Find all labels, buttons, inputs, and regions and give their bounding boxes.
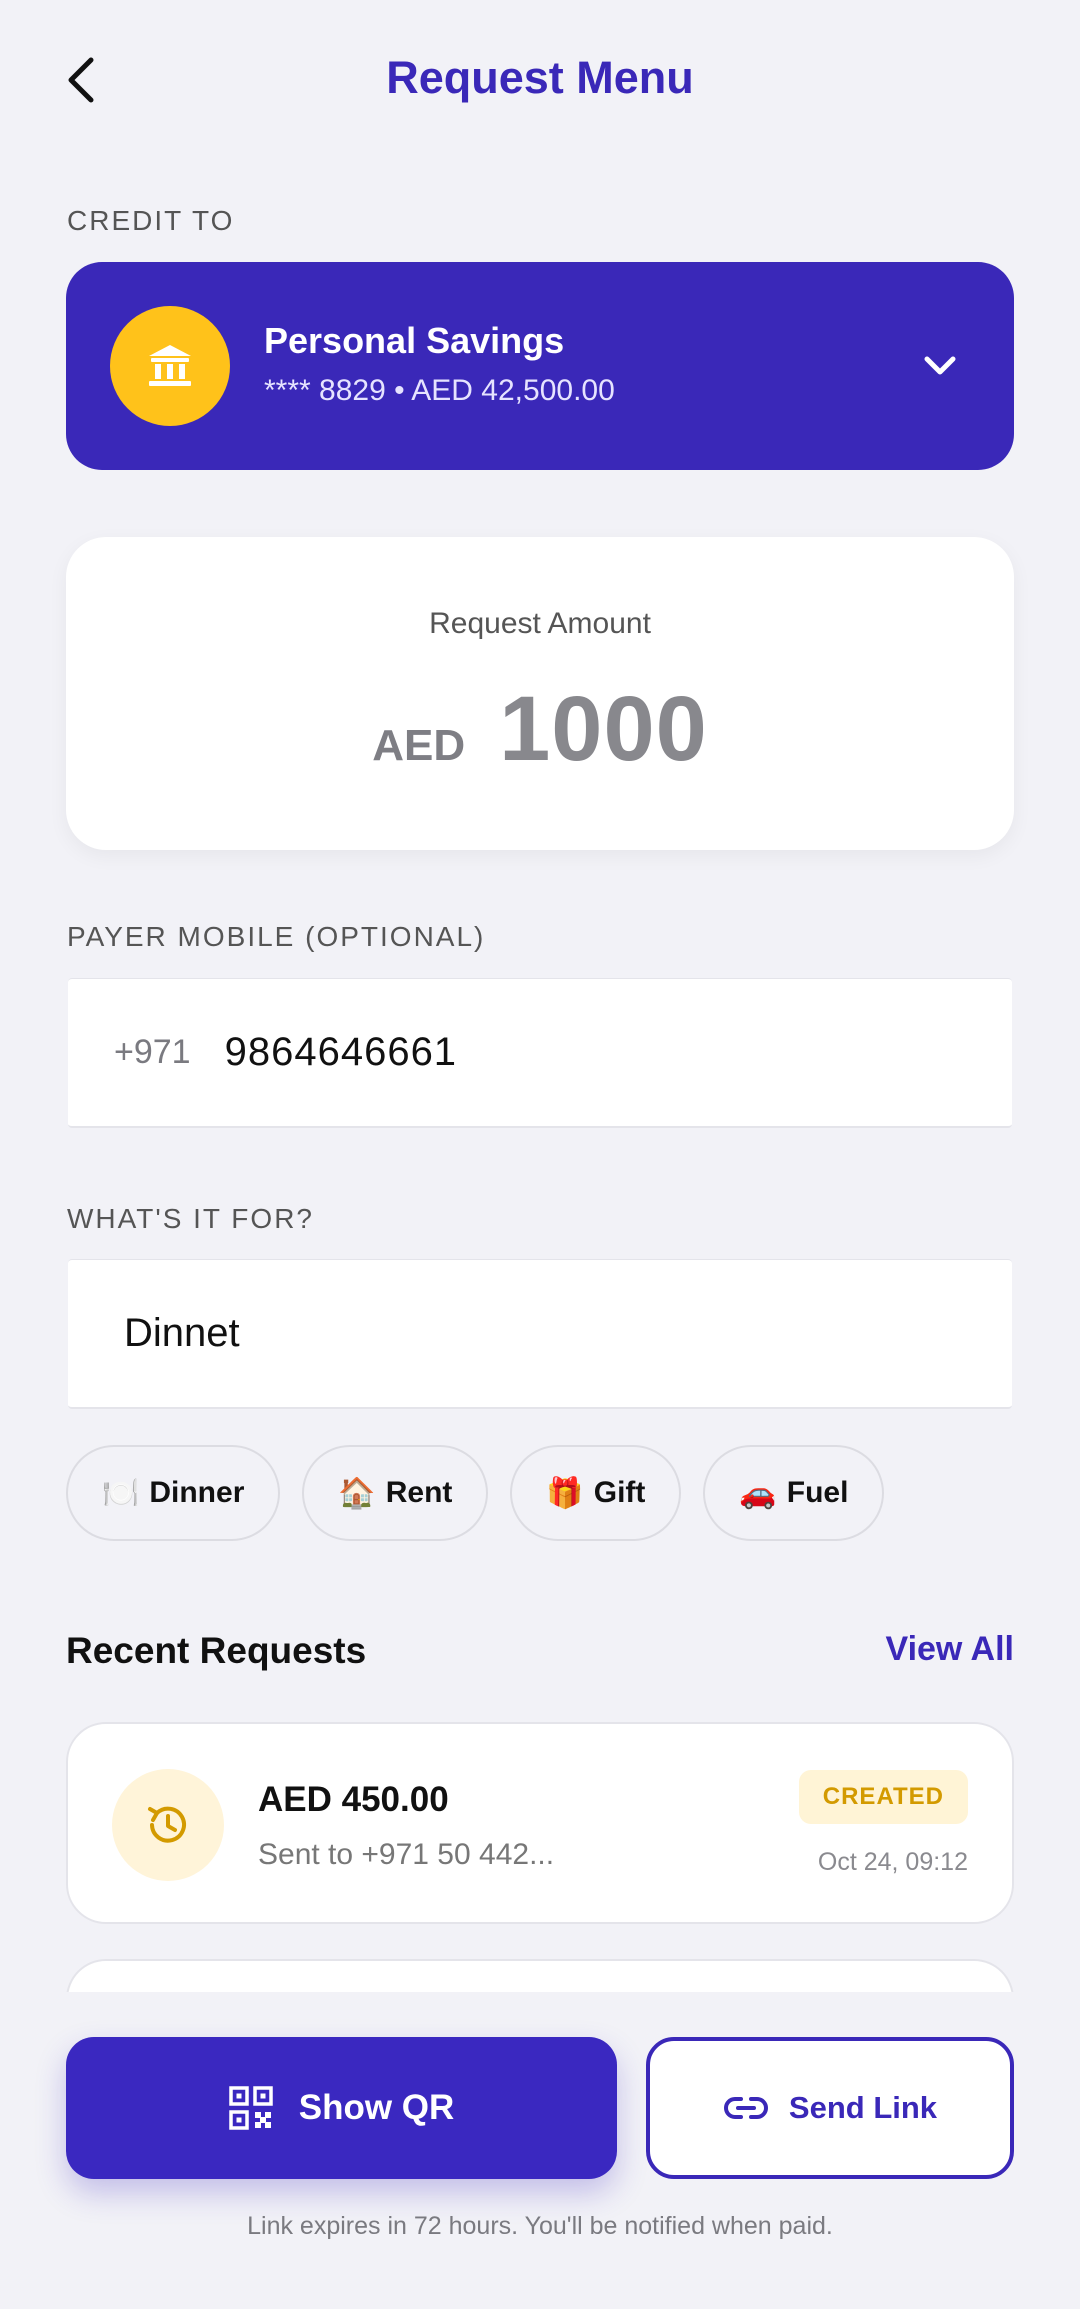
amount-label: Request Amount	[429, 607, 651, 640]
view-all-link[interactable]: View All	[886, 1630, 1015, 1669]
chip-gift[interactable]: 🎁 Gift	[510, 1445, 682, 1541]
header: Request Menu	[0, 0, 1080, 160]
amount-input[interactable]: AED 1000	[66, 677, 1014, 782]
account-dropdown[interactable]	[918, 344, 962, 388]
gift-icon: 🎁	[546, 1475, 584, 1511]
chip-label: Dinner	[149, 1476, 245, 1509]
chip-fuel[interactable]: 🚗 Fuel	[703, 1445, 885, 1541]
recent-requests-title: Recent Requests	[66, 1630, 367, 1671]
send-link-label: Send Link	[788, 2090, 938, 2125]
purpose-field[interactable]: Dinnet	[68, 1259, 1012, 1409]
amount-value: 1000	[499, 678, 708, 780]
chip-label: Fuel	[786, 1476, 849, 1509]
bank-badge	[110, 306, 230, 426]
car-icon: 🚗	[739, 1475, 777, 1511]
request-timestamp: Oct 24, 09:12	[817, 1848, 968, 1876]
request-amount: AED 450.00	[258, 1780, 449, 1819]
account-selector[interactable]: Personal Savings **** 8829 • AED 42,500.…	[66, 262, 1014, 470]
chip-rent[interactable]: 🏠 Rent	[302, 1445, 489, 1541]
payer-mobile-label: PAYER MOBILE (OPTIONAL)	[67, 921, 486, 952]
country-code: +971	[114, 1033, 191, 1071]
house-icon: 🏠	[338, 1475, 376, 1511]
status-badge: CREATED	[798, 1770, 968, 1824]
amount-card: Request Amount AED 1000	[66, 537, 1014, 850]
account-detail: **** 8829 • AED 42,500.00	[264, 374, 615, 407]
chip-dinner[interactable]: 🍽️ Dinner	[66, 1445, 281, 1541]
show-qr-button[interactable]: Show QR	[66, 2037, 617, 2179]
plate-icon: 🍽️	[102, 1475, 140, 1511]
bank-icon	[149, 345, 191, 386]
history-clock-icon	[148, 1806, 186, 1843]
list-item[interactable]: AED 450.00 Sent to +971 50 442... CREATE…	[66, 1722, 1014, 1924]
purpose-label: WHAT'S IT FOR?	[67, 1203, 314, 1234]
show-qr-label: Show QR	[298, 2088, 455, 2127]
request-status-badge	[112, 1769, 224, 1881]
account-name: Personal Savings	[264, 320, 565, 361]
chip-label: Gift	[593, 1476, 646, 1509]
payer-mobile-value: 9864646661	[224, 1030, 458, 1074]
payer-mobile-field[interactable]: +971 9864646661	[68, 978, 1012, 1128]
chip-label: Rent	[385, 1476, 453, 1509]
link-icon	[723, 2097, 768, 2119]
chevron-down-icon	[924, 356, 956, 375]
purpose-chips: 🍽️ Dinner 🏠 Rent 🎁 Gift 🚗 Fuel	[66, 1445, 885, 1541]
page-title: Request Menu	[386, 52, 694, 103]
send-link-button[interactable]: Send Link	[646, 2037, 1014, 2179]
link-expiry-note: Link expires in 72 hours. You'll be noti…	[247, 2212, 833, 2240]
request-recipient: Sent to +971 50 442...	[258, 1838, 555, 1871]
credit-to-label: CREDIT TO	[67, 205, 235, 236]
purpose-value: Dinnet	[124, 1311, 240, 1355]
amount-currency: AED	[372, 721, 466, 770]
qr-code-icon	[228, 2086, 273, 2130]
